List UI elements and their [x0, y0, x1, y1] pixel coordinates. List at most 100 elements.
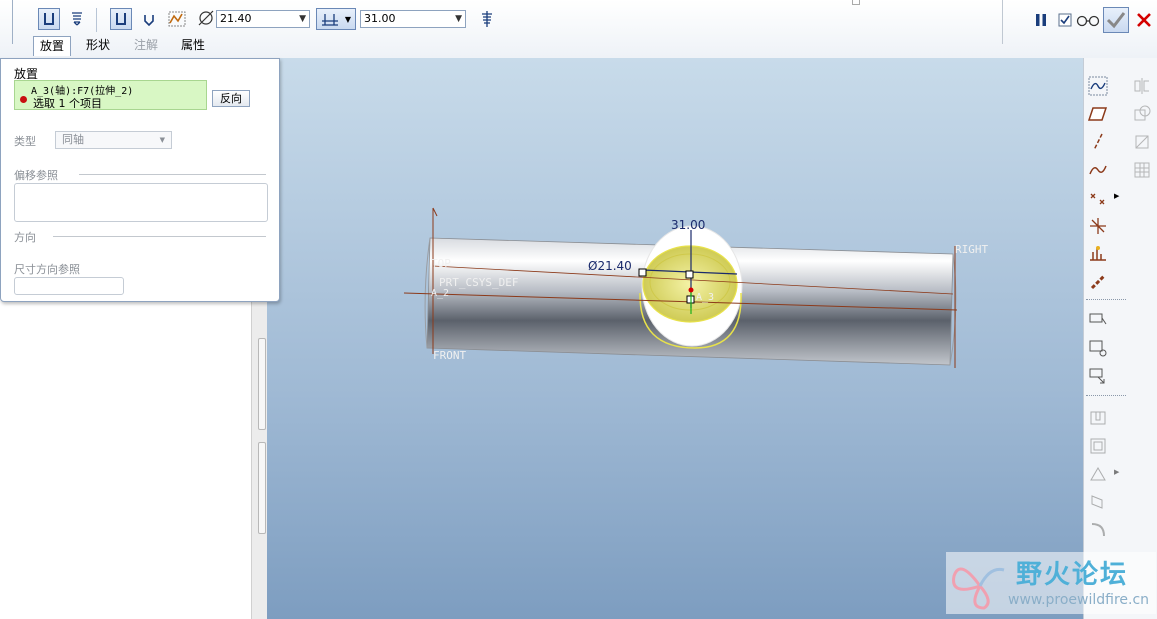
merge-icon[interactable]	[1132, 104, 1152, 124]
thread-button[interactable]	[476, 8, 498, 30]
splitter-grip[interactable]	[258, 442, 266, 534]
tab-placement[interactable]: 放置	[33, 36, 71, 56]
separator	[96, 8, 97, 32]
dashboard-divider	[12, 0, 13, 44]
tab-properties[interactable]: 属性	[176, 36, 210, 55]
datum-toolbar: ▶ ▶	[1083, 58, 1157, 619]
depth-combo[interactable]: 31.00 ▼	[360, 10, 466, 28]
standard-hole-button[interactable]	[66, 8, 88, 30]
datum-point-icon[interactable]	[1088, 188, 1108, 208]
dimension-direction-label: 尺寸方向参照	[14, 263, 80, 276]
dimension-direction-collector[interactable]	[14, 277, 124, 295]
round-icon[interactable]	[1088, 520, 1108, 540]
separator	[1002, 0, 1003, 44]
collapse-handle[interactable]	[852, 0, 860, 5]
forum-watermark: 野火论坛 www.proewildfire.cn	[946, 552, 1156, 614]
chevron-down-icon: ▼	[299, 14, 306, 24]
chain-link-icon[interactable]	[1088, 272, 1108, 292]
direction-label: 方向	[14, 231, 36, 244]
separator	[1086, 299, 1126, 300]
placement-panel: 放置 A_3(轴):F7(拉伸_2) 选取 1 个项目 反向 类型 同轴 ▼ 偏…	[0, 58, 280, 302]
checkmark-icon	[1106, 12, 1126, 29]
straight-hole-button[interactable]	[110, 8, 132, 30]
offset-references-label: 偏移参照	[14, 169, 58, 182]
draft-icon[interactable]	[1088, 492, 1108, 512]
separator	[1086, 395, 1126, 396]
sketch-tool-icon[interactable]	[1088, 76, 1108, 96]
straight-hole-icon	[116, 13, 126, 25]
datum-curve-icon[interactable]	[1088, 160, 1108, 180]
drag-handle[interactable]	[638, 268, 647, 277]
primary-reference-collector[interactable]: A_3(轴):F7(拉伸_2) 选取 1 个项目	[14, 80, 207, 110]
diameter-value: 21.40	[220, 12, 252, 25]
butterfly-logo-icon	[952, 567, 1005, 610]
drill-hole-icon	[144, 15, 154, 26]
csys-label[interactable]: PRT_CSYS_DEF	[439, 276, 518, 289]
analysis-icon[interactable]	[1088, 244, 1108, 264]
graphics-viewport[interactable]: TOP PRT_CSYS_DEF A_2 RIGHT FRONT A_3 31.…	[267, 58, 1083, 619]
pause-button[interactable]	[1030, 9, 1052, 31]
depth-value: 31.00	[364, 12, 396, 25]
revolve-icon[interactable]	[1088, 338, 1108, 358]
datum-coordinate-system-icon[interactable]	[1088, 216, 1108, 236]
required-dot-icon	[20, 96, 27, 103]
tab-notes: 注解	[133, 38, 158, 52]
tab-shape[interactable]: 形状	[81, 36, 115, 55]
type-dropdown[interactable]: 同轴 ▼	[55, 131, 172, 149]
type-label: 类型	[14, 135, 36, 148]
type-value: 同轴	[62, 133, 84, 146]
axis-label-a3[interactable]: A_3	[696, 292, 714, 303]
preview-button[interactable]	[1075, 9, 1101, 31]
mirror-icon[interactable]	[1132, 76, 1152, 96]
ok-button[interactable]	[1103, 7, 1129, 33]
secondary-reference-text: 选取 1 个项目	[33, 97, 102, 110]
close-icon	[1137, 13, 1151, 27]
standard-hole-icon	[72, 12, 82, 26]
offset-references-collector[interactable]	[14, 183, 268, 222]
model-tree-area	[0, 302, 251, 619]
axis-pick-marker	[688, 287, 694, 293]
trim-icon[interactable]	[1132, 132, 1152, 152]
hole-tool-icon[interactable]	[1088, 408, 1108, 428]
checkbox-icon	[1058, 13, 1072, 27]
datum-label-front[interactable]: FRONT	[433, 349, 466, 362]
hole-preview-face	[642, 245, 738, 323]
datum-label-right[interactable]: RIGHT	[955, 243, 988, 256]
sketch-hole-button[interactable]	[166, 8, 188, 30]
section-divider	[53, 236, 266, 237]
extrude-icon[interactable]	[1088, 310, 1108, 330]
splitter-grip[interactable]	[258, 338, 266, 430]
watermark-url: www.proewildfire.cn	[1008, 592, 1150, 608]
pattern-icon[interactable]	[1132, 160, 1152, 180]
chevron-down-icon: ▼	[159, 136, 165, 144]
verify-checkbox[interactable]	[1054, 9, 1076, 31]
chevron-right-icon[interactable]: ▶	[1114, 192, 1119, 200]
drag-handle[interactable]	[685, 270, 694, 279]
section-divider	[79, 174, 266, 175]
blind-depth-icon	[321, 14, 338, 26]
diameter-dimension-text[interactable]: Ø21.40	[588, 259, 632, 273]
shell-icon[interactable]	[1088, 436, 1108, 456]
simple-hole-button[interactable]	[38, 8, 60, 30]
model-graphics: TOP PRT_CSYS_DEF A_2 RIGHT FRONT A_3 31.…	[403, 207, 988, 368]
thread-icon	[482, 11, 492, 27]
diameter-combo[interactable]: 21.40 ▼	[216, 10, 310, 28]
chevron-right-icon[interactable]: ▶	[1114, 468, 1119, 476]
flip-button[interactable]: 反向	[212, 90, 250, 107]
pause-icon	[1036, 14, 1046, 26]
hole-dashboard: 21.40 ▼ ▼ 31.00 ▼ 放置 形状 注解 属性	[0, 0, 1157, 59]
datum-plane-icon[interactable]	[1088, 104, 1108, 124]
depth-dimension-text[interactable]: 31.00	[671, 218, 705, 232]
cancel-button[interactable]	[1133, 9, 1155, 31]
watermark-brand: 野火论坛	[1016, 560, 1129, 590]
depth-option-button[interactable]: ▼	[316, 8, 356, 30]
rib-icon[interactable]	[1088, 464, 1108, 484]
axis-label-a2[interactable]: A_2	[431, 288, 449, 299]
sweep-icon[interactable]	[1088, 366, 1108, 386]
glasses-icon	[1076, 15, 1100, 27]
datum-axis-icon[interactable]	[1088, 132, 1108, 152]
drill-hole-button[interactable]	[138, 8, 160, 30]
chevron-down-icon: ▼	[344, 14, 352, 24]
datum-label-top[interactable]: TOP	[431, 257, 451, 270]
simple-hole-icon	[44, 13, 54, 25]
